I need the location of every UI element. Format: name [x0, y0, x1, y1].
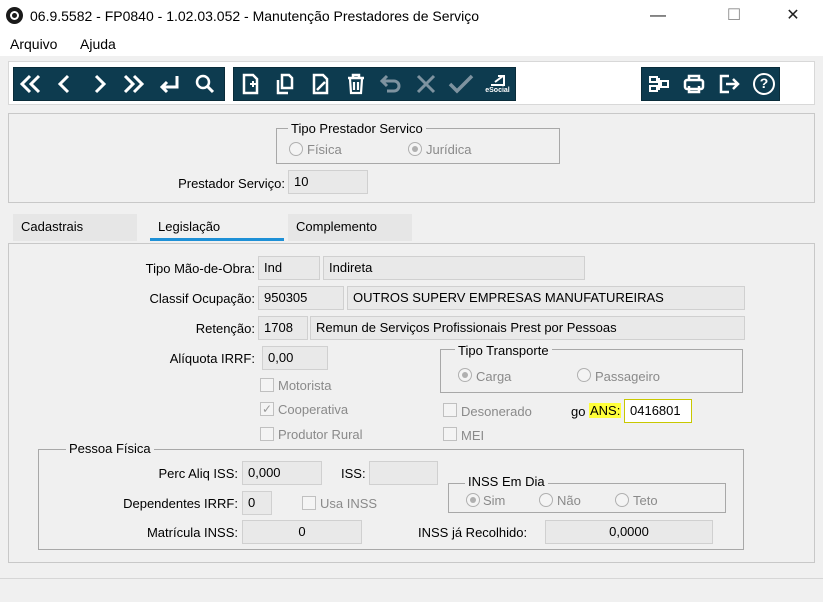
- previous-icon[interactable]: [50, 68, 80, 100]
- motorista-label: Motorista: [278, 378, 332, 393]
- radio-teto-label: Teto: [633, 493, 658, 508]
- inss-recolhido-label: INSS já Recolhido:: [418, 525, 528, 540]
- desonerado-label: Desonerado: [461, 404, 532, 419]
- aliquota-irrf-label: Alíquota IRRF:: [169, 351, 255, 366]
- radio-passageiro-label: Passageiro: [595, 369, 661, 384]
- help-glyph: ?: [753, 73, 775, 95]
- tipo-prestador-legend: Tipo Prestador Servico: [288, 121, 426, 136]
- inss-em-dia-legend: INSS Em Dia: [465, 474, 548, 489]
- next-icon[interactable]: [84, 68, 114, 100]
- print-icon[interactable]: [679, 68, 709, 100]
- classif-ocupacao-label: Classif Ocupação:: [149, 291, 256, 306]
- inss-recolhido-field[interactable]: 0,0000: [545, 520, 713, 544]
- confirm-icon[interactable]: [446, 68, 476, 100]
- copy-icon[interactable]: [270, 68, 300, 100]
- delete-icon[interactable]: [341, 68, 371, 100]
- matricula-inss-field[interactable]: 0: [242, 520, 362, 544]
- desonerado-checkbox[interactable]: [443, 403, 457, 417]
- pessoa-fisica-legend: Pessoa Física: [66, 441, 154, 456]
- radio-sim[interactable]: [466, 493, 480, 507]
- enter-icon[interactable]: [154, 68, 184, 100]
- menu-ajuda[interactable]: Ajuda: [80, 36, 116, 52]
- retencao-label: Retenção:: [195, 321, 255, 336]
- motorista-checkbox[interactable]: [260, 378, 274, 392]
- retencao-desc: Remun de Serviços Profissionais Prest po…: [310, 316, 745, 340]
- tipo-transporte-legend: Tipo Transporte: [455, 343, 552, 358]
- iss-label: ISS:: [341, 466, 366, 481]
- radio-nao-label: Não: [557, 493, 581, 508]
- undo-icon[interactable]: [376, 68, 406, 100]
- usa-inss-checkbox[interactable]: [302, 496, 316, 510]
- help-icon[interactable]: ?: [749, 68, 779, 100]
- perc-aliq-iss-field[interactable]: 0,000: [242, 461, 322, 485]
- prestador-label: Prestador Serviço:: [178, 176, 285, 191]
- ans-field[interactable]: 0416801: [624, 399, 692, 423]
- matricula-inss-label: Matrícula INSS:: [146, 525, 238, 540]
- cancel-icon[interactable]: [411, 68, 441, 100]
- tab-legislacao[interactable]: Legislação: [150, 214, 284, 241]
- search-icon[interactable]: [190, 68, 220, 100]
- status-bar: [0, 578, 823, 602]
- prestador-field[interactable]: 10: [288, 170, 368, 194]
- cooperativa-checkbox[interactable]: ✓: [260, 402, 274, 416]
- tipo-mao-obra-desc: Indireta: [323, 256, 585, 280]
- tab-complemento[interactable]: Complemento: [288, 214, 412, 241]
- maximize-button[interactable]: ☐: [711, 0, 757, 32]
- esocial-label: eSocial: [485, 87, 510, 94]
- hierarchy-icon[interactable]: [644, 68, 674, 100]
- radio-fisica-label: Física: [307, 142, 342, 157]
- exit-icon[interactable]: [714, 68, 744, 100]
- retencao-code[interactable]: 1708: [258, 316, 308, 340]
- radio-teto[interactable]: [615, 493, 629, 507]
- produtor-rural-checkbox[interactable]: [260, 427, 274, 441]
- last-icon[interactable]: [118, 68, 148, 100]
- ans-prefix: go: [571, 404, 586, 419]
- app-logo-icon: [6, 7, 23, 24]
- tab-cadastrais[interactable]: Cadastrais: [13, 214, 137, 241]
- new-icon[interactable]: [236, 68, 266, 100]
- perc-aliq-iss-label: Perc Aliq ISS:: [158, 466, 238, 481]
- menu-bar: [0, 32, 823, 56]
- usa-inss-label: Usa INSS: [320, 496, 378, 511]
- radio-sim-label: Sim: [483, 493, 506, 508]
- mei-label: MEI: [461, 428, 485, 443]
- classif-ocupacao-code[interactable]: 950305: [258, 286, 344, 310]
- close-button[interactable]: ✕: [770, 0, 816, 32]
- radio-nao[interactable]: [539, 493, 553, 507]
- iss-field[interactable]: [369, 461, 438, 485]
- menu-arquivo[interactable]: Arquivo: [10, 36, 57, 52]
- produtor-rural-label: Produtor Rural: [278, 427, 363, 442]
- ans-label: ANS:: [589, 403, 622, 418]
- esocial-icon[interactable]: eSocial: [481, 68, 514, 100]
- first-icon[interactable]: [16, 68, 46, 100]
- cooperativa-label: Cooperativa: [278, 402, 349, 417]
- aliquota-irrf-field[interactable]: 0,00: [262, 346, 328, 370]
- radio-juridica-label: Jurídica: [426, 142, 472, 157]
- edit-icon[interactable]: [306, 68, 336, 100]
- radio-juridica[interactable]: [408, 142, 422, 156]
- window-title: 06.9.5582 - FP0840 - 1.02.03.052 - Manut…: [30, 8, 480, 24]
- mei-checkbox[interactable]: [443, 427, 457, 441]
- radio-carga-label: Carga: [476, 369, 512, 384]
- radio-passageiro[interactable]: [577, 368, 591, 382]
- tipo-mao-obra-label: Tipo Mão-de-Obra:: [145, 261, 255, 276]
- radio-fisica[interactable]: [289, 142, 303, 156]
- minimize-button[interactable]: —: [635, 0, 681, 32]
- radio-carga[interactable]: [458, 368, 472, 382]
- dependentes-irrf-field[interactable]: 0: [242, 491, 272, 515]
- dependentes-irrf-label: Dependentes IRRF:: [123, 496, 238, 511]
- classif-ocupacao-desc: OUTROS SUPERV EMPRESAS MANUFATUREIRAS: [347, 286, 745, 310]
- tipo-mao-obra-code[interactable]: Ind: [258, 256, 320, 280]
